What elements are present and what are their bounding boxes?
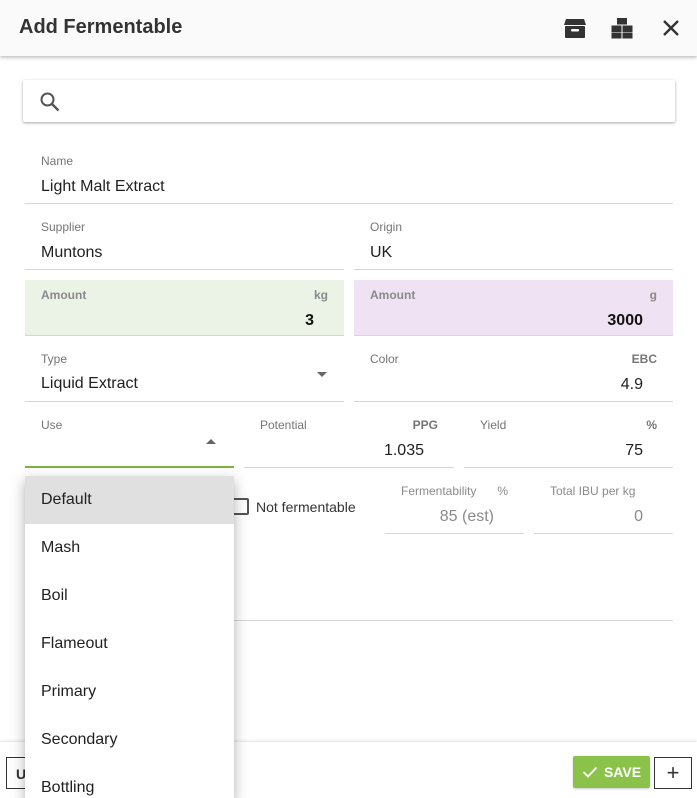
- notes-field-underline: [232, 620, 673, 621]
- amount-g-value: 3000: [607, 312, 643, 329]
- fermentability-label: Fermentability: [401, 484, 477, 498]
- color-field[interactable]: Color EBC 4.9: [354, 344, 673, 402]
- not-fermentable-checkbox[interactable]: [232, 498, 249, 515]
- amount-kg-label: Amount: [41, 288, 87, 302]
- use-select[interactable]: Use: [25, 410, 234, 468]
- dropdown-arrow-icon: [317, 372, 327, 377]
- supplier-field[interactable]: Supplier Muntons: [25, 212, 344, 270]
- yield-label: Yield: [480, 418, 507, 432]
- origin-label: Origin: [370, 220, 403, 234]
- origin-field[interactable]: Origin UK: [354, 212, 673, 270]
- type-select[interactable]: Type Liquid Extract: [25, 344, 344, 402]
- potential-label: Potential: [260, 418, 307, 432]
- use-option-secondary[interactable]: Secondary: [25, 716, 234, 764]
- save-label: SAVE: [603, 764, 642, 780]
- use-option-default[interactable]: Default: [25, 476, 234, 524]
- name-field[interactable]: Name Light Malt Extract: [25, 146, 673, 204]
- add-button[interactable]: +: [654, 757, 692, 789]
- use-option-boil[interactable]: Boil: [25, 572, 234, 620]
- stacked-boxes-icon[interactable]: [606, 12, 638, 44]
- fermentability-value: 85 (est): [439, 508, 494, 525]
- use-option-flameout[interactable]: Flameout: [25, 620, 234, 668]
- origin-value: UK: [370, 244, 393, 261]
- amount-kg-value: 3: [305, 312, 314, 329]
- potential-value: 1.035: [383, 442, 424, 459]
- fermentability-unit: %: [497, 484, 508, 498]
- not-fermentable-label: Not fermentable: [256, 498, 356, 515]
- check-icon: [582, 766, 598, 778]
- type-value: Liquid Extract: [41, 375, 138, 392]
- app-bar: Add Fermentable: [0, 0, 697, 56]
- search-box: [23, 80, 675, 122]
- inventory-icon[interactable]: [559, 12, 591, 44]
- page-title: Add Fermentable: [19, 16, 183, 38]
- use-option-mash[interactable]: Mash: [25, 524, 234, 572]
- color-unit: EBC: [631, 352, 657, 366]
- amount-kg-field[interactable]: Amount kg 3: [25, 280, 344, 336]
- close-icon[interactable]: [655, 12, 687, 44]
- not-fermentable-checkbox-row[interactable]: Not fermentable: [232, 498, 356, 515]
- search-icon: [39, 91, 61, 113]
- name-value: Light Malt Extract: [41, 178, 165, 195]
- amount-kg-unit: kg: [313, 288, 328, 302]
- yield-value: 75: [625, 442, 643, 459]
- search-input[interactable]: [77, 86, 657, 116]
- potential-unit: PPG: [412, 418, 438, 432]
- yield-unit: %: [646, 418, 657, 432]
- supplier-value: Muntons: [41, 244, 103, 261]
- amount-g-unit: g: [649, 288, 657, 302]
- amount-g-field[interactable]: Amount g 3000: [354, 280, 673, 336]
- yield-field[interactable]: Yield % 75: [464, 410, 673, 468]
- name-label: Name: [41, 154, 74, 168]
- fermentability-field[interactable]: Fermentability % 85 (est): [385, 476, 524, 534]
- use-option-bottling[interactable]: Bottling: [25, 764, 234, 798]
- dropdown-arrow-up-icon: [206, 439, 216, 444]
- potential-field[interactable]: Potential PPG 1.035: [244, 410, 454, 468]
- amount-g-label: Amount: [370, 288, 416, 302]
- use-dropdown-menu: Default Mash Boil Flameout Primary Secon…: [25, 476, 234, 798]
- use-label: Use: [41, 418, 63, 432]
- total-ibu-value: 0: [634, 508, 643, 525]
- save-button[interactable]: SAVE: [573, 756, 650, 788]
- total-ibu-label: Total IBU per kg: [550, 484, 636, 498]
- color-value: 4.9: [620, 376, 643, 393]
- type-label: Type: [41, 352, 68, 366]
- supplier-label: Supplier: [41, 220, 86, 234]
- color-label: Color: [370, 352, 399, 366]
- total-ibu-field[interactable]: Total IBU per kg 0: [534, 476, 673, 534]
- use-option-primary[interactable]: Primary: [25, 668, 234, 716]
